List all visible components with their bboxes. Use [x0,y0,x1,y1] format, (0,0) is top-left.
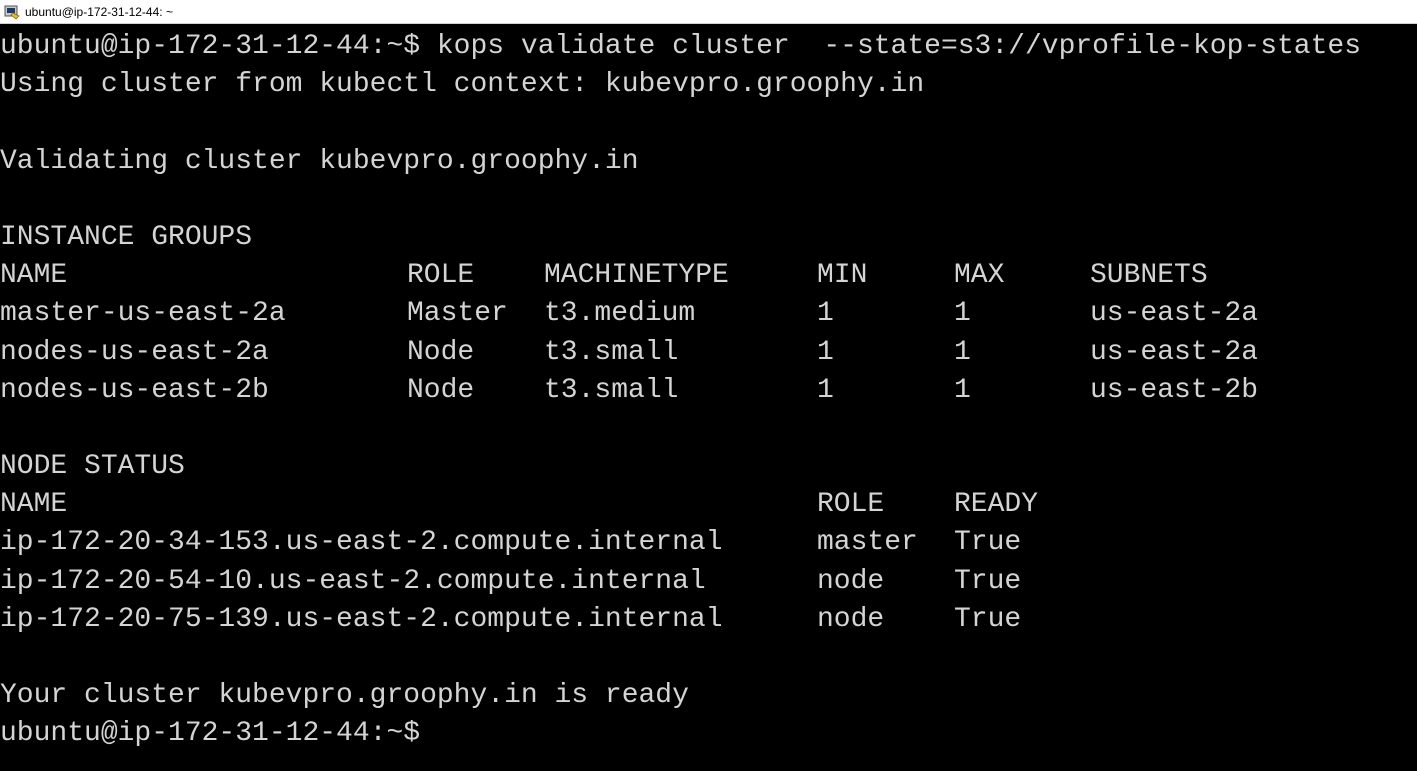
instance-group-cell: us-east-2b [1090,374,1259,406]
instance-group-cell: 1 [954,298,971,330]
node-status-cell: ip-172-20-54-10.us-east-2.compute.intern… [0,565,706,597]
instance-group-cell: SUBNETS [1090,260,1208,292]
instance-group-cell: t3.small [544,374,679,406]
node-status-cell: node [817,565,885,597]
node-status-cell: ip-172-20-34-153.us-east-2.compute.inter… [0,527,723,559]
terminal-line: ip-172-20-34-153.us-east-2.compute.inter… [0,524,1417,562]
instance-group-cell: Node [407,374,475,406]
window-titlebar[interactable]: ubuntu@ip-172-31-12-44: ~ [0,0,1417,24]
instance-group-cell: NAME [0,260,68,292]
instance-group-cell: nodes-us-east-2b [0,374,269,406]
instance-group-cell: Master [407,298,508,330]
terminal-line: NAME ROLE READY [0,486,1417,524]
putty-terminal-icon [4,5,20,19]
terminal-line: ip-172-20-54-10.us-east-2.compute.intern… [0,563,1417,601]
instance-group-cell: t3.medium [544,298,696,330]
terminal-line: nodes-us-east-2a Node t3.small 1 1 us-east-2a [0,334,1417,372]
terminal-line: ubuntu@ip-172-31-12-44:~$ [0,718,421,750]
node-status-cell: ROLE [817,489,885,521]
terminal-output[interactable]: ubuntu@ip-172-31-12-44:~$ kops validate … [0,28,1417,771]
terminal-line: master-us-east-2a Master t3.medium 1 1 us-eas… [0,295,1417,333]
instance-group-cell: MIN [817,260,868,292]
instance-group-cell: 1 [817,374,834,406]
node-status-cell: READY [954,489,1039,521]
instance-group-cell: us-east-2a [1090,298,1259,330]
terminal-line: Validating cluster kubevpro.groophy.in [0,145,639,177]
window-title: ubuntu@ip-172-31-12-44: ~ [25,4,173,19]
instance-group-cell: ROLE [407,260,475,292]
terminal-line: NAME ROLE MACHINETYPE MIN MAX SUBNETS [0,257,1417,295]
terminal-line: NODE STATUS [0,451,185,483]
node-status-cell: ip-172-20-75-139.us-east-2.compute.inter… [0,603,723,635]
instance-group-cell: t3.small [544,336,679,368]
terminal-window: ubuntu@ip-172-31-12-44: ~ ubuntu@ip-172-… [0,0,1417,771]
terminal-line: Your cluster kubevpro.groophy.in is read… [0,680,689,712]
node-status-cell: node [817,603,885,635]
instance-group-cell: Node [407,336,475,368]
terminal-line: ip-172-20-75-139.us-east-2.compute.inter… [0,601,1417,639]
instance-group-cell: MAX [954,260,1005,292]
node-status-cell: NAME [0,489,68,521]
terminal-line: INSTANCE GROUPS [0,221,253,253]
terminal-line: Using cluster from kubectl context: kube… [0,69,925,101]
instance-group-cell: us-east-2a [1090,336,1259,368]
instance-group-cell: 1 [817,298,834,330]
instance-group-cell: master-us-east-2a [0,298,286,330]
instance-group-cell: 1 [817,336,834,368]
instance-group-cell: 1 [954,374,971,406]
instance-group-cell: MACHINETYPE [544,260,729,292]
node-status-cell: True [954,565,1022,597]
node-status-cell: True [954,527,1022,559]
node-status-cell: master [817,527,918,559]
terminal-line: nodes-us-east-2b Node t3.small 1 1 us-east-2b [0,372,1417,410]
terminal-line: ubuntu@ip-172-31-12-44:~$ kops validate … [0,31,1362,62]
instance-group-cell: 1 [954,336,971,368]
node-status-cell: True [954,603,1022,635]
instance-group-cell: nodes-us-east-2a [0,336,269,368]
